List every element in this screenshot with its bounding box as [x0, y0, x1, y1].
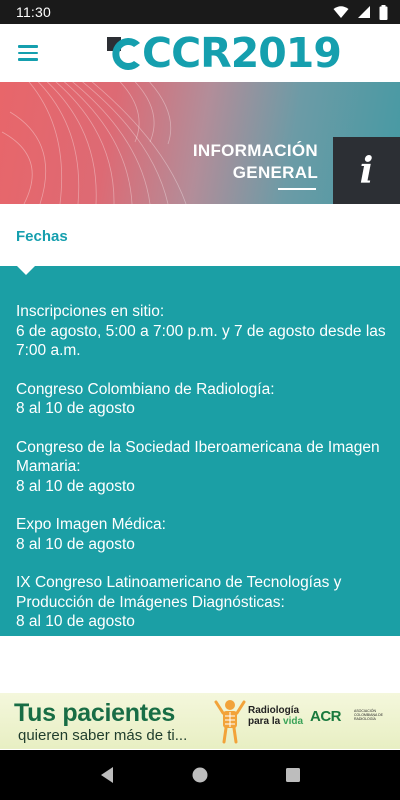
battery-icon — [379, 4, 388, 20]
ad-brand-line2: para la — [248, 716, 284, 727]
ad-title: Tus pacientes — [14, 699, 175, 727]
list-item: Congreso Colombiano de Radiología: 8 al … — [16, 380, 386, 419]
logo-mark-icon — [107, 37, 140, 70]
status-time: 11:30 — [16, 4, 51, 20]
banner-title: INFORMACIÓN GENERAL — [193, 140, 318, 184]
list-item: Congreso de la Sociedad Iberoamericana d… — [16, 438, 386, 497]
xray-figure-icon — [214, 700, 246, 744]
list-item: Inscripciones en sitio: 6 de agosto, 5:0… — [16, 302, 386, 361]
entry-detail: 8 al 10 de agosto — [16, 535, 135, 553]
banner-title-line1: INFORMACIÓN — [192, 141, 318, 160]
entry-detail: 8 al 10 de agosto — [16, 477, 135, 495]
entry-detail: 8 al 10 de agosto — [16, 613, 135, 630]
logo-text: CCR2019 — [142, 28, 342, 77]
system-nav-bar — [0, 750, 400, 800]
ad-banner[interactable]: Tus pacientes quieren saber más de ti...… — [0, 693, 400, 749]
status-bar: 11:30 — [0, 0, 400, 24]
wifi-icon — [333, 5, 349, 18]
ad-subtitle: quieren saber más de ti... — [18, 727, 188, 744]
header-banner: INFORMACIÓN GENERAL i — [0, 82, 400, 204]
info-icon: i — [359, 149, 374, 192]
entry-title: Inscripciones en sitio: — [16, 303, 165, 320]
ad-brand-accent: vida — [283, 716, 304, 727]
section-header: Fechas — [0, 204, 400, 266]
entry-title: Congreso de la Sociedad Iberoamericana d… — [16, 438, 380, 476]
entry-detail: 6 de agosto, 5:00 a 7:00 p.m. y 7 de ago… — [16, 322, 386, 360]
list-item: Expo Imagen Médica: 8 al 10 de agosto — [16, 515, 386, 554]
ad-brand: Radiología para la vida — [248, 705, 303, 727]
entry-title: Congreso Colombiano de Radiología: — [16, 380, 275, 398]
list-item: IX Congreso Latinoamericano de Tecnologí… — [16, 573, 386, 632]
dates-content: Inscripciones en sitio: 6 de agosto, 5:0… — [0, 266, 400, 636]
acr-subtitle: ASOCIACIÓN COLOMBIANA DE RADIOLOGÍA — [354, 709, 383, 721]
entry-title: IX Congreso Latinoamericano de Tecnologí… — [16, 574, 342, 611]
ad-brand-line1: Radiología — [248, 705, 300, 716]
entry-detail: 8 al 10 de agosto — [16, 400, 135, 417]
back-icon[interactable] — [95, 763, 119, 787]
recents-icon[interactable] — [281, 763, 305, 787]
acr-logo: ACR — [310, 708, 342, 725]
signal-icon — [358, 6, 370, 18]
home-icon[interactable] — [188, 763, 212, 787]
pointer-notch — [17, 266, 35, 275]
entries-list: Inscripciones en sitio: 6 de agosto, 5:0… — [16, 302, 386, 651]
section-title: Fechas — [16, 228, 68, 245]
app-bar: CCR2019 — [0, 24, 400, 82]
info-box: i — [333, 137, 400, 204]
entry-title: Expo Imagen Médica: — [16, 516, 166, 533]
app-logo: CCR2019 — [104, 28, 342, 78]
status-icons — [333, 4, 388, 20]
banner-title-line2: GENERAL — [232, 163, 318, 182]
banner-underline — [278, 188, 316, 190]
hamburger-menu-icon[interactable] — [14, 39, 42, 67]
